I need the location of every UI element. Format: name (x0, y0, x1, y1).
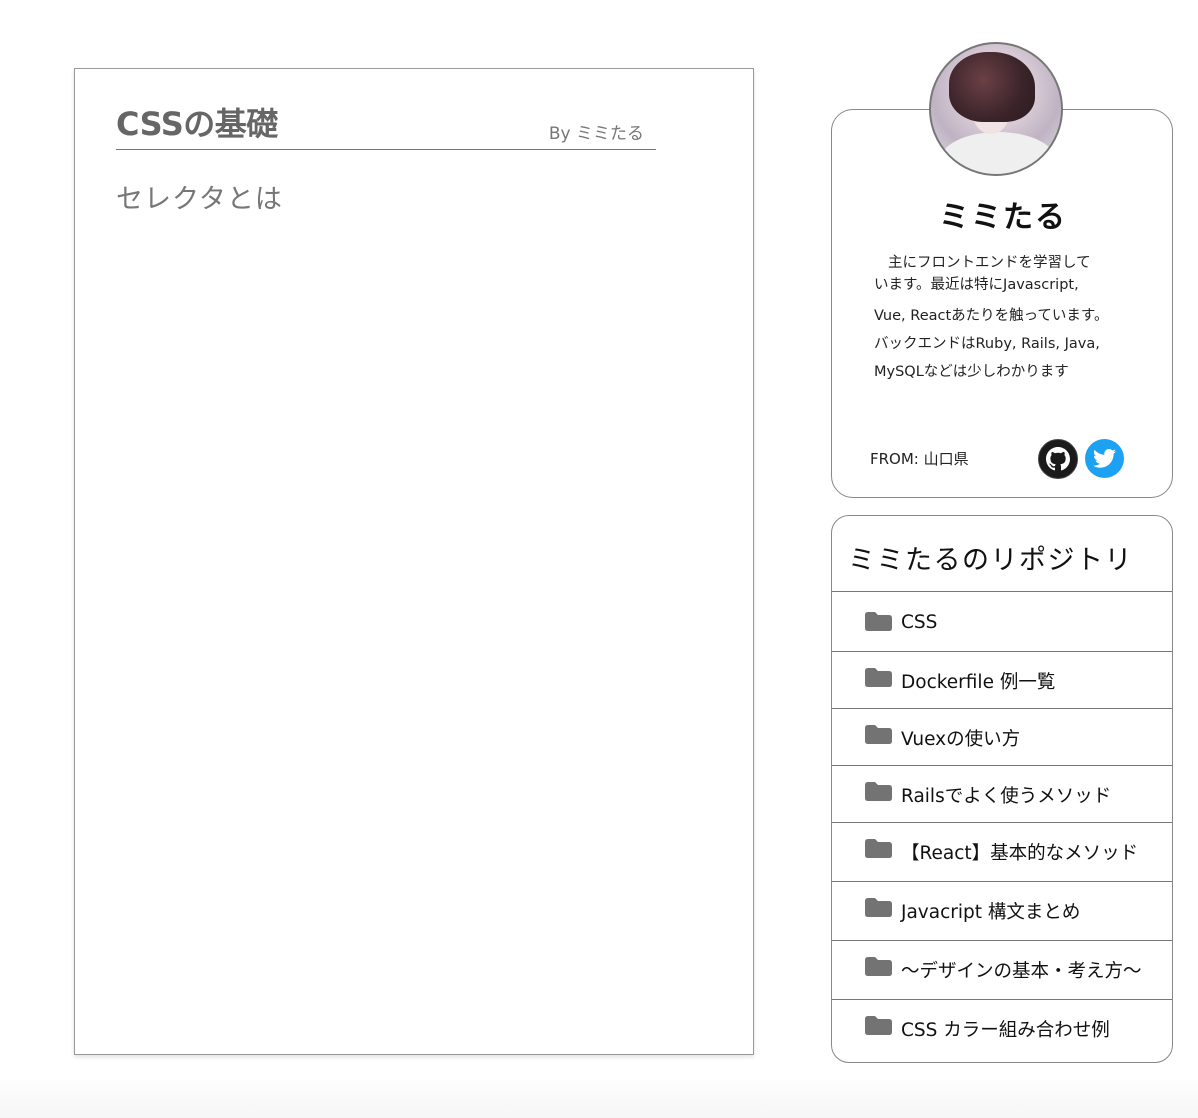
repository-item[interactable]: 【React】基本的なメソッド (832, 822, 1172, 881)
repository-item-label: Dockerfile 例一覧 (901, 672, 1056, 693)
folder-icon (865, 612, 892, 631)
article-title: CSSの基礎 (116, 105, 278, 143)
repository-item-label: Vuexの使い方 (901, 729, 1021, 750)
profile-bio-line: MySQLなどは少しわかります (874, 364, 1069, 380)
profile-bio-line: バックエンドはRuby, Rails, Java, (874, 336, 1100, 352)
article-section-heading: セレクタとは (116, 184, 283, 215)
avatar (929, 42, 1063, 176)
article-author[interactable]: By ミミたる (549, 119, 644, 144)
folder-icon (865, 668, 892, 687)
folder-icon (865, 1016, 892, 1035)
repository-item[interactable]: Javacript 構文まとめ (832, 881, 1172, 940)
github-link[interactable] (1038, 439, 1078, 479)
repository-item-label: Javacript 構文まとめ (901, 902, 1081, 923)
repository-item[interactable]: CSS (832, 591, 1172, 651)
repository-item-label: 〜デザインの基本・考え方〜 (901, 961, 1142, 982)
article-card: CSSの基礎 By ミミたる セレクタとは (74, 68, 754, 1055)
folder-icon (865, 898, 892, 917)
repositories-title: ミミたるのリポジトリ (848, 545, 1133, 576)
article-header: CSSの基礎 By ミミたる (116, 99, 656, 150)
folder-icon (865, 725, 892, 744)
profile-name: ミミたる (939, 200, 1067, 235)
page-footer-band (0, 1080, 1198, 1118)
folder-icon (865, 782, 892, 801)
folder-icon (865, 957, 892, 976)
github-icon (1046, 447, 1070, 471)
repository-item[interactable]: 〜デザインの基本・考え方〜 (832, 940, 1172, 999)
repository-item-label: Railsでよく使うメソッド (901, 786, 1112, 807)
repository-item[interactable]: Railsでよく使うメソッド (832, 765, 1172, 822)
twitter-icon (1093, 449, 1116, 468)
folder-icon (865, 839, 892, 858)
profile-bio-line: Vue, Reactあたりを触っています。 (874, 308, 1109, 324)
repository-item[interactable]: Vuexの使い方 (832, 708, 1172, 765)
repository-item[interactable]: Dockerfile 例一覧 (832, 651, 1172, 708)
repository-item-label: CSS (901, 612, 938, 633)
profile-bio: 主にフロントエンドを学習して います。最近は特にJavascript, Vue,… (874, 252, 1134, 386)
profile-location: FROM: 山口県 (870, 450, 969, 468)
twitter-link[interactable] (1085, 439, 1124, 478)
repository-item-label: CSS カラー組み合わせ例 (901, 1020, 1110, 1041)
repositories-card: ミミたるのリポジトリ CSS Dockerfile 例一覧 Vuexの使い方 Rail… (831, 515, 1173, 1063)
repository-item-label: 【React】基本的なメソッド (901, 843, 1139, 864)
page: CSSの基礎 By ミミたる セレクタとは ミミたる 主にフロントエンドを学習し… (0, 0, 1198, 1118)
profile-bio-line: います。最近は特にJavascript, (874, 277, 1079, 293)
profile-bio-line: 主にフロントエンドを学習して (888, 255, 1091, 271)
repository-item[interactable]: CSS カラー組み合わせ例 (832, 999, 1172, 1062)
